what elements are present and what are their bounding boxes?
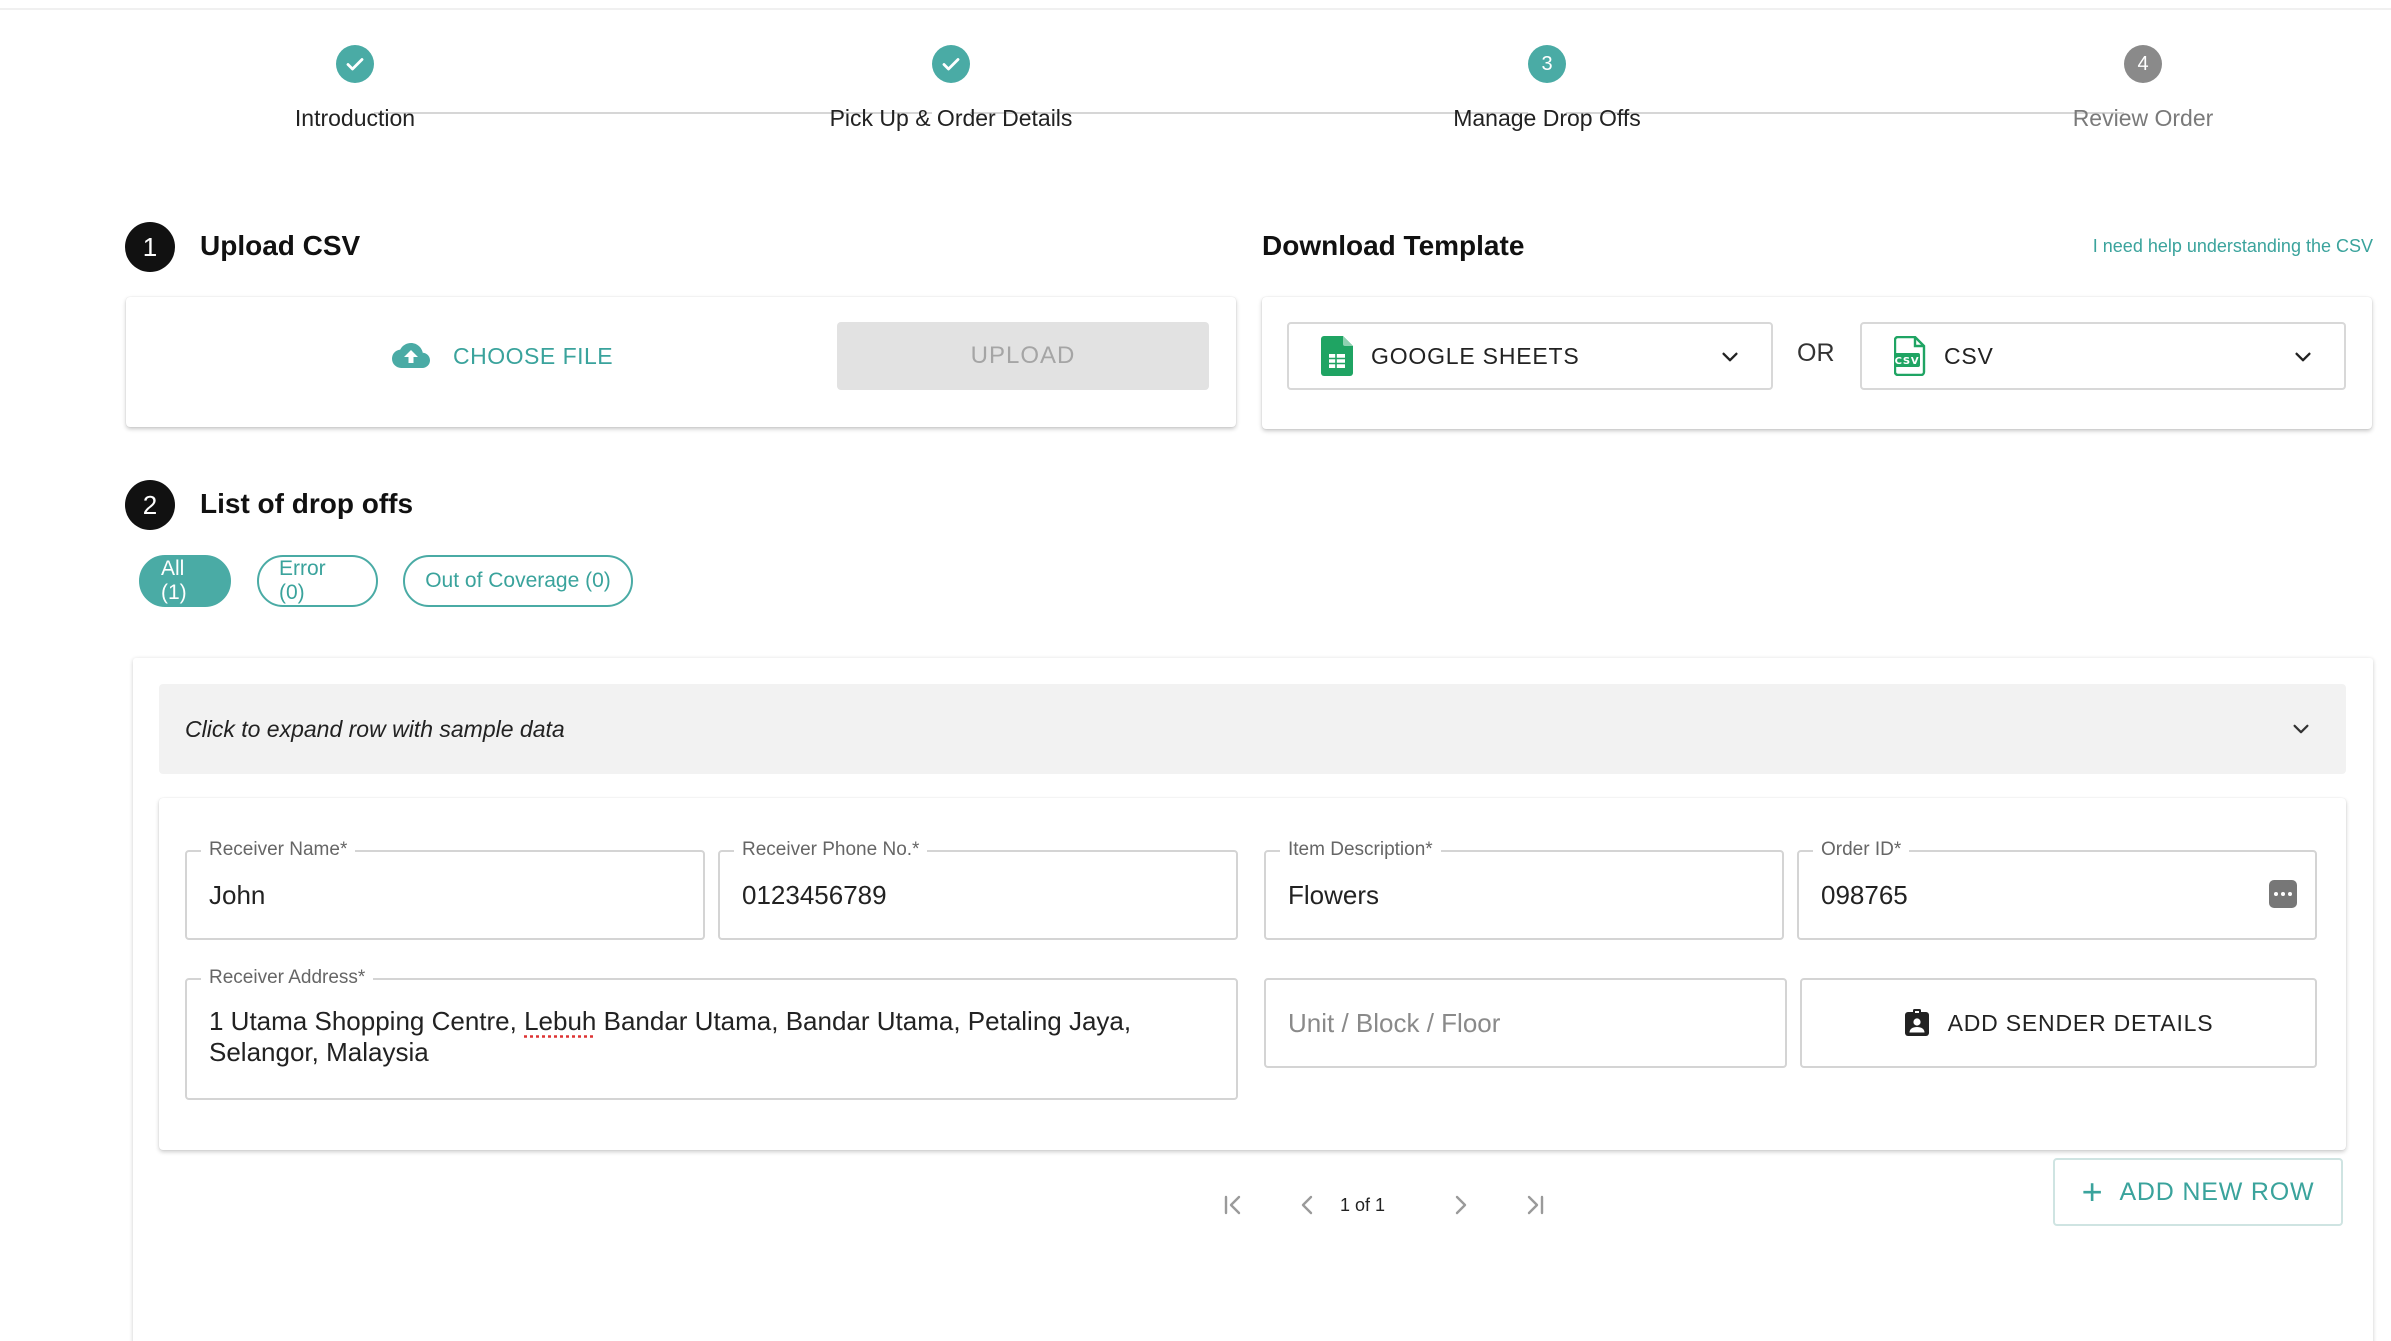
contact-card-icon — [1904, 1009, 1929, 1036]
choose-file-button[interactable]: CHOOSE FILE — [391, 341, 613, 371]
order-id-value: 098765 — [1821, 880, 1908, 910]
csv-label: CSV — [1944, 342, 1994, 369]
page-indicator: 1 of 1 — [1340, 1195, 1386, 1215]
upload-csv-title: Upload CSV — [200, 230, 361, 261]
top-divider — [0, 0, 2391, 10]
last-page-icon[interactable] — [1520, 1190, 1550, 1220]
chevron-down-icon — [2293, 724, 2309, 734]
field-label: Order ID* — [1813, 839, 1910, 861]
section-number: 2 — [125, 480, 175, 530]
prev-page-icon[interactable] — [1293, 1190, 1323, 1220]
add-sender-details-button[interactable]: ADD SENDER DETAILS — [1800, 978, 2317, 1068]
chevron-down-icon — [1722, 352, 1738, 362]
or-separator: OR — [1797, 339, 1835, 367]
step-label: Introduction — [294, 105, 416, 131]
filter-chip-out-of-coverage[interactable]: Out of Coverage (0) — [403, 555, 633, 607]
add-sender-label: ADD SENDER DETAILS — [1947, 1009, 2214, 1036]
csv-template-select[interactable]: CSV CSV — [1860, 322, 2346, 390]
step-label: Manage Drop Offs — [1453, 105, 1641, 131]
receiver-address-value: 1 Utama Shopping Centre, Lebuh Bandar Ut… — [209, 1006, 1132, 1067]
step-review-order[interactable]: 4 Review Order — [1943, 45, 2343, 132]
field-label: Item Description* — [1280, 839, 1441, 861]
download-template-title: Download Template — [1262, 230, 1525, 261]
field-label: Receiver Phone No.* — [734, 839, 928, 861]
cloud-upload-icon — [392, 343, 430, 368]
item-description-value: Flowers — [1288, 880, 1380, 910]
filter-chip-all[interactable]: All (1) — [139, 555, 231, 607]
step-introduction[interactable]: Introduction — [155, 45, 555, 132]
unit-block-floor-field[interactable]: Unit / Block / Floor — [1264, 978, 1787, 1068]
upload-button[interactable]: UPLOAD — [837, 322, 1209, 390]
plus-icon: + — [2081, 1171, 2104, 1212]
google-sheets-label: GOOGLE SHEETS — [1371, 342, 1580, 369]
receiver-address-field[interactable]: Receiver Address* 1 Utama Shopping Centr… — [185, 967, 1238, 1100]
pagination: 1 of 1 — [1083, 1180, 1583, 1230]
expand-hint: Click to expand row with sample data — [185, 715, 565, 742]
receiver-name-field[interactable]: Receiver Name* John — [185, 839, 705, 940]
step-number: 4 — [2124, 45, 2162, 83]
chevron-down-icon — [2295, 352, 2311, 362]
svg-text:CSV: CSV — [1895, 356, 1920, 367]
receiver-phone-field[interactable]: Receiver Phone No.* 0123456789 — [718, 839, 1238, 940]
unit-placeholder: Unit / Block / Floor — [1288, 1008, 1501, 1038]
filter-chip-error[interactable]: Error (0) — [257, 555, 378, 607]
first-page-icon[interactable] — [1218, 1190, 1248, 1220]
check-icon — [336, 45, 374, 83]
step-pickup-order-details[interactable]: Pick Up & Order Details — [751, 45, 1151, 132]
step-label: Review Order — [2072, 105, 2214, 131]
expand-sample-row[interactable]: Click to expand row with sample data — [159, 684, 2346, 774]
drop-offs-list: Click to expand row with sample data Rec… — [133, 658, 2373, 1341]
upload-card: CHOOSE FILE UPLOAD — [126, 297, 1236, 427]
more-icon[interactable] — [2269, 880, 2297, 908]
item-description-field[interactable]: Item Description* Flowers — [1264, 839, 1784, 940]
choose-file-label: CHOOSE FILE — [453, 342, 614, 369]
field-label: Receiver Address* — [201, 967, 374, 989]
section-number: 1 — [125, 222, 175, 272]
google-sheets-icon — [1321, 336, 1353, 376]
add-new-row-label: ADD NEW ROW — [2119, 1177, 2315, 1206]
csv-file-icon: CSV — [1894, 336, 1926, 376]
order-id-field[interactable]: Order ID* 098765 — [1797, 839, 2317, 940]
next-page-icon[interactable] — [1445, 1190, 1475, 1220]
add-new-row-button[interactable]: + ADD NEW ROW — [2053, 1158, 2343, 1226]
field-label: Receiver Name* — [201, 839, 356, 861]
check-icon — [932, 45, 970, 83]
drop-off-row: Receiver Name* John Receiver Phone No.* … — [159, 798, 2346, 1150]
google-sheets-select[interactable]: GOOGLE SHEETS — [1287, 322, 1773, 390]
progress-stepper: Introduction Pick Up & Order Details 3 M… — [0, 45, 2391, 155]
receiver-name-value: John — [209, 880, 266, 910]
template-card: GOOGLE SHEETS OR CSV CSV — [1262, 297, 2372, 429]
csv-help-link[interactable]: I need help understanding the CSV — [2093, 236, 2373, 257]
step-number: 3 — [1528, 45, 1566, 83]
step-manage-drop-offs[interactable]: 3 Manage Drop Offs — [1347, 45, 1747, 132]
receiver-phone-value: 0123456789 — [742, 880, 887, 910]
step-label: Pick Up & Order Details — [829, 105, 1073, 131]
drop-offs-title: List of drop offs — [200, 488, 414, 519]
